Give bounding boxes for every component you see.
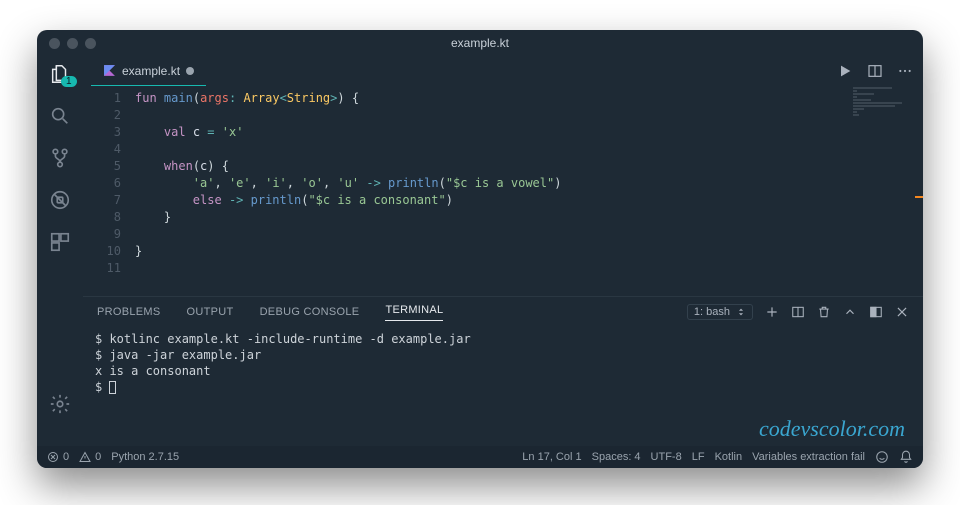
code-editor[interactable]: 1234567891011 fun main(args: Array<Strin… bbox=[83, 86, 923, 296]
status-encoding[interactable]: UTF-8 bbox=[651, 451, 682, 463]
feedback-smiley-icon[interactable] bbox=[875, 450, 889, 464]
status-position[interactable]: Ln 17, Col 1 bbox=[522, 451, 581, 463]
debug-icon[interactable] bbox=[48, 188, 72, 212]
settings-gear-icon[interactable] bbox=[48, 392, 72, 416]
editor-window: example.kt 1 bbox=[37, 30, 923, 468]
status-warnings[interactable]: 0 bbox=[79, 451, 101, 463]
titlebar: example.kt bbox=[37, 30, 923, 56]
bell-icon[interactable] bbox=[899, 450, 913, 464]
more-actions-icon[interactable] bbox=[897, 63, 913, 79]
chevron-updown-icon bbox=[736, 307, 746, 317]
explorer-badge: 1 bbox=[61, 76, 77, 87]
panel-tab-problems[interactable]: PROBLEMS bbox=[97, 306, 161, 318]
window-title: example.kt bbox=[37, 36, 923, 50]
source-control-icon[interactable] bbox=[48, 146, 72, 170]
run-icon[interactable] bbox=[837, 63, 853, 79]
marker-icon bbox=[915, 196, 923, 198]
extensions-icon[interactable] bbox=[48, 230, 72, 254]
code-content[interactable]: fun main(args: Array<String>) { val c = … bbox=[135, 86, 923, 296]
terminal-selector-label: 1: bash bbox=[694, 306, 730, 318]
error-icon bbox=[47, 451, 59, 463]
chevron-up-icon[interactable] bbox=[843, 305, 857, 319]
kill-terminal-icon[interactable] bbox=[817, 305, 831, 319]
warning-icon bbox=[79, 451, 91, 463]
search-icon[interactable] bbox=[48, 104, 72, 128]
editor-tabs: example.kt bbox=[83, 56, 923, 86]
status-spaces[interactable]: Spaces: 4 bbox=[592, 451, 641, 463]
status-python[interactable]: Python 2.7.15 bbox=[111, 451, 179, 463]
status-language[interactable]: Kotlin bbox=[715, 451, 743, 463]
editor-main: example.kt 1234567891011 fun main(args: … bbox=[83, 56, 923, 446]
status-bar: 0 0 Python 2.7.15 Ln 17, Col 1 Spaces: 4… bbox=[37, 446, 923, 468]
dirty-indicator-icon bbox=[186, 67, 194, 75]
panel-tab-output[interactable]: OUTPUT bbox=[187, 306, 234, 318]
file-tab[interactable]: example.kt bbox=[91, 56, 206, 86]
new-terminal-icon[interactable] bbox=[765, 305, 779, 319]
status-extra[interactable]: Variables extraction fail bbox=[752, 451, 865, 463]
panel-tabs: PROBLEMS OUTPUT DEBUG CONSOLE TERMINAL 1… bbox=[83, 297, 923, 327]
split-terminal-icon[interactable] bbox=[791, 305, 805, 319]
status-errors[interactable]: 0 bbox=[47, 451, 69, 463]
editor-actions bbox=[837, 63, 913, 79]
activity-bar: 1 bbox=[37, 56, 83, 446]
watermark: codevscolor.com bbox=[759, 416, 905, 442]
panel-tab-terminal[interactable]: TERMINAL bbox=[385, 304, 443, 321]
split-editor-icon[interactable] bbox=[867, 63, 883, 79]
file-tab-label: example.kt bbox=[122, 64, 180, 78]
kotlin-file-icon bbox=[103, 64, 116, 77]
minimap[interactable] bbox=[853, 86, 923, 296]
maximize-panel-icon[interactable] bbox=[869, 305, 883, 319]
panel-tab-debug[interactable]: DEBUG CONSOLE bbox=[260, 306, 360, 318]
close-panel-icon[interactable] bbox=[895, 305, 909, 319]
line-gutter: 1234567891011 bbox=[83, 86, 135, 296]
status-eol[interactable]: LF bbox=[692, 451, 705, 463]
terminal-selector[interactable]: 1: bash bbox=[687, 304, 753, 320]
